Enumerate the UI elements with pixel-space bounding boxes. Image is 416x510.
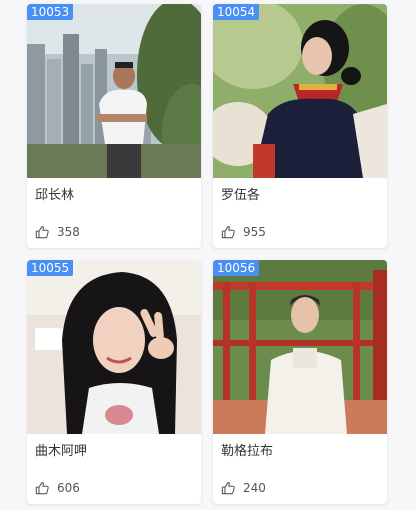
- like-button[interactable]: 955: [221, 224, 266, 240]
- photo-girl-peace-sign: [27, 260, 201, 434]
- contestant-name: 邱长林: [35, 188, 75, 203]
- photo-man-on-hilltop: [27, 4, 201, 178]
- thumbs-up-icon: [35, 482, 49, 495]
- photo-man-on-red-deck: [213, 260, 387, 434]
- like-count: 240: [243, 481, 266, 495]
- like-count: 606: [57, 481, 80, 495]
- like-button[interactable]: 240: [221, 480, 266, 496]
- like-count: 358: [57, 225, 80, 239]
- contestant-grid: 10053 邱长林 358 10054 罗伍各 955 10055 曲木阿呷 6…: [0, 0, 416, 510]
- contestant-name: 曲木阿呷: [35, 444, 88, 459]
- contestant-card[interactable]: 10054 罗伍各 955: [213, 4, 387, 248]
- thumbs-up-icon: [221, 482, 235, 495]
- contestant-photo[interactable]: 10055: [27, 260, 201, 434]
- contestant-id-badge: 10054: [213, 4, 260, 20]
- contestant-id-badge: 10056: [213, 260, 260, 276]
- contestant-name: 罗伍各: [221, 188, 261, 203]
- contestant-photo[interactable]: 10053: [27, 4, 201, 178]
- thumbs-up-icon: [221, 226, 235, 239]
- contestant-card[interactable]: 10055 曲木阿呷 606: [27, 260, 201, 504]
- contestant-card[interactable]: 10056 勒格拉布 240: [213, 260, 387, 504]
- like-button[interactable]: 358: [35, 224, 80, 240]
- contestant-photo[interactable]: 10054: [213, 4, 387, 178]
- contestant-card[interactable]: 10053 邱长林 358: [27, 4, 201, 248]
- like-button[interactable]: 606: [35, 480, 80, 496]
- thumbs-up-icon: [35, 226, 49, 239]
- contestant-id-badge: 10053: [27, 4, 74, 20]
- contestant-id-badge: 10055: [27, 260, 74, 276]
- contestant-name: 勒格拉布: [221, 444, 274, 459]
- photo-woman-in-costume: [213, 4, 387, 178]
- like-count: 955: [243, 225, 266, 239]
- contestant-photo[interactable]: 10056: [213, 260, 387, 434]
